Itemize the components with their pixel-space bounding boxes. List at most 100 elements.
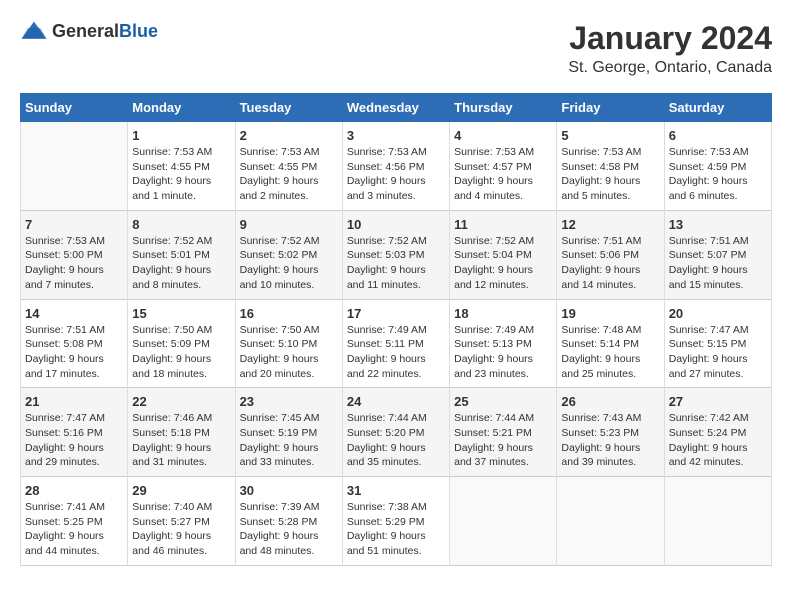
calendar-cell: 29Sunrise: 7:40 AM Sunset: 5:27 PM Dayli… <box>128 477 235 566</box>
day-number: 28 <box>25 483 123 498</box>
day-info: Sunrise: 7:50 AM Sunset: 5:09 PM Dayligh… <box>132 323 230 382</box>
day-number: 6 <box>669 128 767 143</box>
day-number: 16 <box>240 306 338 321</box>
calendar-header-tuesday: Tuesday <box>235 94 342 122</box>
day-info: Sunrise: 7:53 AM Sunset: 5:00 PM Dayligh… <box>25 234 123 293</box>
calendar-cell: 21Sunrise: 7:47 AM Sunset: 5:16 PM Dayli… <box>21 388 128 477</box>
calendar-header-friday: Friday <box>557 94 664 122</box>
calendar-cell: 16 Sunrise: 7:50 AM Sunset: 5:10 PM Dayli… <box>235 299 342 388</box>
day-info: Sunrise: 7:40 AM Sunset: 5:27 PM Dayligh… <box>132 500 230 559</box>
calendar-week-5: 28 Sunrise: 7:41 AM Sunset: 5:25 PM Dayli… <box>21 477 772 566</box>
calendar-cell: 15 Sunrise: 7:50 AM Sunset: 5:09 PM Dayli… <box>128 299 235 388</box>
calendar-cell: 6 Sunrise: 7:53 AM Sunset: 4:59 PM Daylig… <box>664 122 771 211</box>
calendar-cell: 31Sunrise: 7:38 AM Sunset: 5:29 PM Dayli… <box>342 477 449 566</box>
day-info: Sunrise: 7:39 AM Sunset: 5:28 PM Dayligh… <box>240 500 338 559</box>
day-info: Sunrise: 7:43 AM Sunset: 5:23 PM Dayligh… <box>561 411 659 470</box>
day-number: 10 <box>347 217 445 232</box>
logo-icon <box>20 20 48 42</box>
day-info: Sunrise: 7:41 AM Sunset: 5:25 PM Dayligh… <box>25 500 123 559</box>
calendar-cell: 18 Sunrise: 7:49 AM Sunset: 5:13 PM Dayli… <box>450 299 557 388</box>
location-title: St. George, Ontario, Canada <box>568 59 772 77</box>
calendar-cell: 10 Sunrise: 7:52 AM Sunset: 5:03 PM Dayli… <box>342 210 449 299</box>
day-info: Sunrise: 7:49 AM Sunset: 5:11 PM Dayligh… <box>347 323 445 382</box>
day-info: Sunrise: 7:47 AM Sunset: 5:15 PM Dayligh… <box>669 323 767 382</box>
calendar-cell: 30 Sunrise: 7:39 AM Sunset: 5:28 PM Dayli… <box>235 477 342 566</box>
day-number: 7 <box>25 217 123 232</box>
day-info: Sunrise: 7:53 AM Sunset: 4:56 PM Dayligh… <box>347 145 445 204</box>
day-number: 18 <box>454 306 552 321</box>
calendar-week-3: 14Sunrise: 7:51 AM Sunset: 5:08 PM Dayli… <box>21 299 772 388</box>
day-number: 1 <box>132 128 230 143</box>
day-info: Sunrise: 7:44 AM Sunset: 5:21 PM Dayligh… <box>454 411 552 470</box>
day-number: 2 <box>240 128 338 143</box>
calendar-cell <box>21 122 128 211</box>
calendar-cell: 13 Sunrise: 7:51 AM Sunset: 5:07 PM Dayli… <box>664 210 771 299</box>
calendar-cell: 14Sunrise: 7:51 AM Sunset: 5:08 PM Dayli… <box>21 299 128 388</box>
day-number: 19 <box>561 306 659 321</box>
calendar-week-1: 1 Sunrise: 7:53 AM Sunset: 4:55 PM Daylig… <box>21 122 772 211</box>
day-info: Sunrise: 7:45 AM Sunset: 5:19 PM Dayligh… <box>240 411 338 470</box>
day-info: Sunrise: 7:47 AM Sunset: 5:16 PM Dayligh… <box>25 411 123 470</box>
day-info: Sunrise: 7:52 AM Sunset: 5:01 PM Dayligh… <box>132 234 230 293</box>
day-number: 13 <box>669 217 767 232</box>
day-info: Sunrise: 7:51 AM Sunset: 5:06 PM Dayligh… <box>561 234 659 293</box>
calendar-header-sunday: Sunday <box>21 94 128 122</box>
calendar-cell: 2Sunrise: 7:53 AM Sunset: 4:55 PM Daylig… <box>235 122 342 211</box>
calendar-cell: 4 Sunrise: 7:53 AM Sunset: 4:57 PM Daylig… <box>450 122 557 211</box>
calendar-table: SundayMondayTuesdayWednesdayThursdayFrid… <box>20 93 772 566</box>
day-info: Sunrise: 7:50 AM Sunset: 5:10 PM Dayligh… <box>240 323 338 382</box>
day-info: Sunrise: 7:53 AM Sunset: 4:57 PM Dayligh… <box>454 145 552 204</box>
header: GeneralBlue January 2024 St. George, Ont… <box>20 20 772 77</box>
calendar-header-row: SundayMondayTuesdayWednesdayThursdayFrid… <box>21 94 772 122</box>
calendar-header-monday: Monday <box>128 94 235 122</box>
day-number: 4 <box>454 128 552 143</box>
calendar-cell: 26 Sunrise: 7:43 AM Sunset: 5:23 PM Dayli… <box>557 388 664 477</box>
calendar-cell: 8 Sunrise: 7:52 AM Sunset: 5:01 PM Daylig… <box>128 210 235 299</box>
day-number: 27 <box>669 394 767 409</box>
calendar-header-saturday: Saturday <box>664 94 771 122</box>
calendar-cell: 28 Sunrise: 7:41 AM Sunset: 5:25 PM Dayli… <box>21 477 128 566</box>
calendar-cell: 19 Sunrise: 7:48 AM Sunset: 5:14 PM Dayli… <box>557 299 664 388</box>
day-info: Sunrise: 7:48 AM Sunset: 5:14 PM Dayligh… <box>561 323 659 382</box>
day-number: 17 <box>347 306 445 321</box>
calendar-cell: 3 Sunrise: 7:53 AM Sunset: 4:56 PM Daylig… <box>342 122 449 211</box>
month-title: January 2024 <box>568 20 772 57</box>
day-info: Sunrise: 7:52 AM Sunset: 5:03 PM Dayligh… <box>347 234 445 293</box>
day-info: Sunrise: 7:51 AM Sunset: 5:08 PM Dayligh… <box>25 323 123 382</box>
day-number: 20 <box>669 306 767 321</box>
day-number: 31 <box>347 483 445 498</box>
calendar-cell: 23 Sunrise: 7:45 AM Sunset: 5:19 PM Dayli… <box>235 388 342 477</box>
day-number: 24 <box>347 394 445 409</box>
day-number: 3 <box>347 128 445 143</box>
day-info: Sunrise: 7:51 AM Sunset: 5:07 PM Dayligh… <box>669 234 767 293</box>
calendar-cell: 11 Sunrise: 7:52 AM Sunset: 5:04 PM Dayli… <box>450 210 557 299</box>
day-number: 15 <box>132 306 230 321</box>
calendar-cell <box>557 477 664 566</box>
day-number: 26 <box>561 394 659 409</box>
day-info: Sunrise: 7:53 AM Sunset: 4:59 PM Dayligh… <box>669 145 767 204</box>
calendar-week-2: 7 Sunrise: 7:53 AM Sunset: 5:00 PM Daylig… <box>21 210 772 299</box>
day-number: 23 <box>240 394 338 409</box>
calendar-cell: 20 Sunrise: 7:47 AM Sunset: 5:15 PM Dayli… <box>664 299 771 388</box>
calendar-cell: 22Sunrise: 7:46 AM Sunset: 5:18 PM Dayli… <box>128 388 235 477</box>
calendar-cell: 12Sunrise: 7:51 AM Sunset: 5:06 PM Dayli… <box>557 210 664 299</box>
day-info: Sunrise: 7:49 AM Sunset: 5:13 PM Dayligh… <box>454 323 552 382</box>
day-number: 5 <box>561 128 659 143</box>
calendar-cell: 5Sunrise: 7:53 AM Sunset: 4:58 PM Daylig… <box>557 122 664 211</box>
day-number: 11 <box>454 217 552 232</box>
calendar-cell <box>450 477 557 566</box>
calendar-cell: 9Sunrise: 7:52 AM Sunset: 5:02 PM Daylig… <box>235 210 342 299</box>
calendar-week-4: 21Sunrise: 7:47 AM Sunset: 5:16 PM Dayli… <box>21 388 772 477</box>
day-info: Sunrise: 7:42 AM Sunset: 5:24 PM Dayligh… <box>669 411 767 470</box>
day-number: 9 <box>240 217 338 232</box>
day-number: 8 <box>132 217 230 232</box>
day-number: 30 <box>240 483 338 498</box>
day-number: 25 <box>454 394 552 409</box>
day-info: Sunrise: 7:53 AM Sunset: 4:55 PM Dayligh… <box>132 145 230 204</box>
calendar-cell: 24 Sunrise: 7:44 AM Sunset: 5:20 PM Dayli… <box>342 388 449 477</box>
calendar-cell: 7 Sunrise: 7:53 AM Sunset: 5:00 PM Daylig… <box>21 210 128 299</box>
logo: GeneralBlue <box>20 20 158 42</box>
day-info: Sunrise: 7:52 AM Sunset: 5:04 PM Dayligh… <box>454 234 552 293</box>
title-area: January 2024 St. George, Ontario, Canada <box>568 20 772 77</box>
day-info: Sunrise: 7:44 AM Sunset: 5:20 PM Dayligh… <box>347 411 445 470</box>
